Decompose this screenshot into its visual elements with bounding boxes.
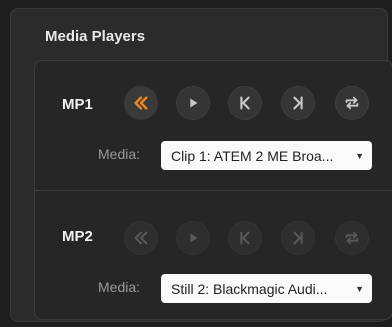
mp2-media-select[interactable]: Still 2: Blackmagic Audi... ▼ (161, 274, 372, 303)
skip-next-icon (293, 231, 303, 245)
mp1-rewind-button[interactable] (124, 86, 158, 120)
mp1-skip-next-button[interactable] (281, 86, 315, 120)
rewind-icon (134, 96, 148, 110)
mp2-rewind-button[interactable] (124, 221, 158, 255)
loop-icon (345, 96, 359, 110)
mp2-media-label: Media: (98, 279, 141, 295)
mp1-skip-previous-button[interactable] (228, 86, 262, 120)
mp1-media-label: Media: (98, 146, 141, 162)
mp2-media-value: Still 2: Blackmagic Audi... (171, 280, 328, 297)
mp1-loop-button[interactable] (335, 86, 369, 120)
mp2-loop-button[interactable] (335, 221, 369, 255)
mp1-media-value: Clip 1: ATEM 2 ME Broa... (171, 147, 334, 164)
mp2-label: MP2 (62, 228, 93, 245)
mp2-play-button[interactable] (176, 221, 210, 255)
skip-previous-icon (240, 231, 250, 245)
chevron-down-icon: ▼ (355, 283, 364, 294)
mp2-skip-next-button[interactable] (281, 221, 315, 255)
loop-icon (345, 231, 359, 245)
skip-next-icon (293, 96, 303, 110)
mp1-label: MP1 (62, 96, 93, 113)
chevron-down-icon: ▼ (355, 150, 364, 161)
rewind-icon (134, 231, 148, 245)
media-players-list: MP1 Media: Clip 1: ATEM 2 ME Broa... ▼ M… (34, 60, 392, 320)
mp2-skip-previous-button[interactable] (228, 221, 262, 255)
panel-title: Media Players (45, 28, 146, 45)
mp1-media-select[interactable]: Clip 1: ATEM 2 ME Broa... ▼ (161, 141, 372, 170)
skip-previous-icon (240, 96, 250, 110)
divider (35, 190, 392, 191)
mp1-play-button[interactable] (176, 86, 210, 120)
play-icon (190, 98, 198, 108)
play-icon (190, 233, 198, 243)
media-players-panel: Media Players MP1 Media: Clip 1: ATEM 2 … (10, 8, 392, 322)
